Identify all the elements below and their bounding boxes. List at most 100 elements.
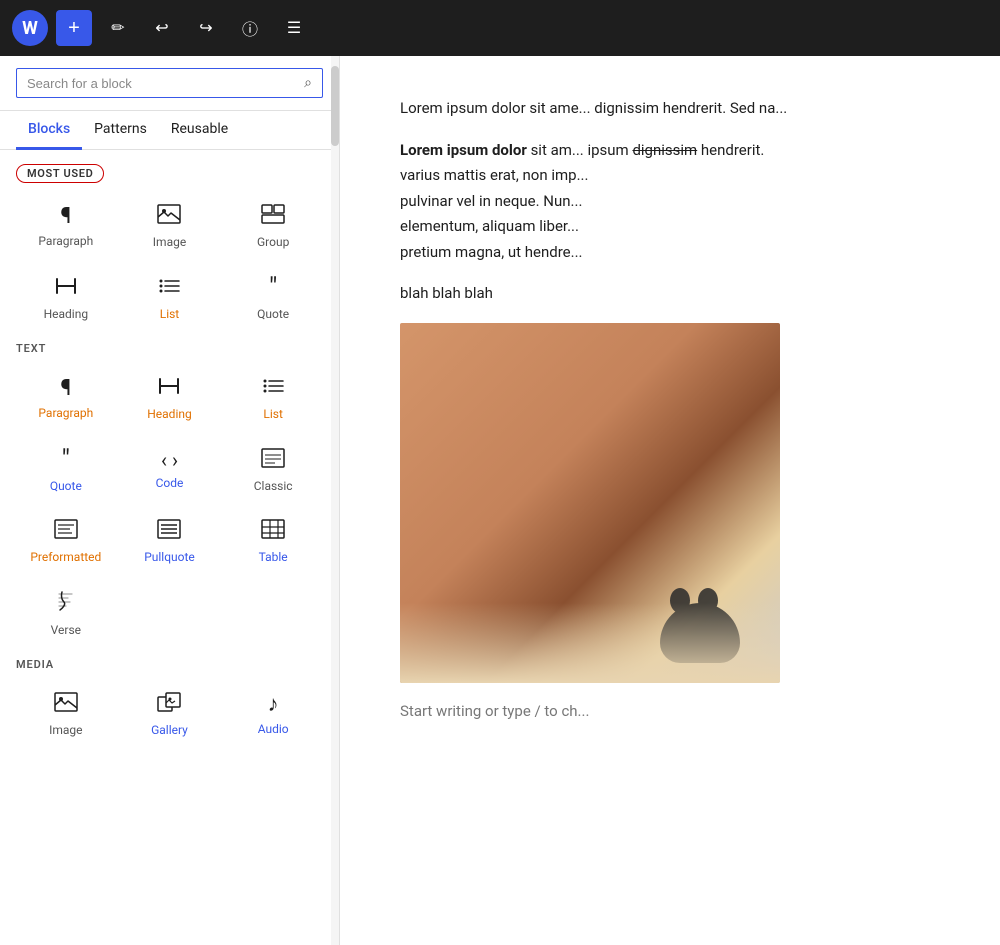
block-gallery-1[interactable]: Gallery xyxy=(120,679,220,746)
block-label: Preformatted xyxy=(30,550,101,564)
start-writing-prompt[interactable]: Start writing or type / to ch... xyxy=(400,699,940,725)
info-button[interactable]: ⓘ xyxy=(232,10,268,46)
blocks-list: MOST USED ¶ Paragraph Image xyxy=(0,150,339,945)
block-label: Quote xyxy=(50,479,82,493)
tab-patterns[interactable]: Patterns xyxy=(82,111,159,150)
strikethrough-text: dignissim xyxy=(632,141,697,159)
lorem-paragraph-2: Lorem ipsum dolor sit am... ipsum dignis… xyxy=(400,138,940,266)
pencil-icon: ✏ xyxy=(111,18,124,38)
quote-icon: " xyxy=(62,447,70,473)
media-section: MEDIA Image Gallery xyxy=(16,658,323,746)
editor-preview: Lorem ipsum dolor sit ame... dignissim h… xyxy=(340,56,1000,945)
tab-blocks[interactable]: Blocks xyxy=(16,111,82,150)
text-grid: ¶ Paragraph Heading List xyxy=(16,363,323,646)
most-used-label: MOST USED xyxy=(16,164,104,183)
media-section-label: MEDIA xyxy=(16,658,323,671)
text-section-label: TEXT xyxy=(16,342,323,355)
lorem-paragraph-1: Lorem ipsum dolor sit ame... dignissim h… xyxy=(400,96,940,122)
block-label: Gallery xyxy=(151,723,188,737)
block-label: Table xyxy=(259,550,288,564)
cat-image xyxy=(400,323,780,683)
image-icon xyxy=(157,204,181,229)
redo-button[interactable]: ↪ xyxy=(188,10,224,46)
block-list-2[interactable]: List xyxy=(223,363,323,430)
block-code-1[interactable]: ‹ › Code xyxy=(120,434,220,502)
block-label: Image xyxy=(49,723,82,737)
block-list-1[interactable]: List xyxy=(120,262,220,330)
block-label: Paragraph xyxy=(38,406,93,420)
block-label: Paragraph xyxy=(38,234,93,248)
block-label: List xyxy=(263,407,283,421)
block-label: Verse xyxy=(51,623,81,637)
search-area: ⌕ xyxy=(0,56,339,111)
block-label: Code xyxy=(156,476,184,490)
redo-icon: ↪ xyxy=(199,18,212,38)
heading-icon xyxy=(55,276,77,301)
block-preformatted-1[interactable]: Preformatted xyxy=(16,506,116,573)
menu-icon: ☰ xyxy=(287,18,301,38)
block-classic-1[interactable]: Classic xyxy=(223,434,323,502)
list-icon xyxy=(262,376,284,401)
toolbar: W + ✏ ↩ ↪ ⓘ ☰ xyxy=(0,0,1000,56)
scrollbar-track[interactable] xyxy=(331,56,339,945)
search-input[interactable] xyxy=(27,76,304,91)
info-icon: ⓘ xyxy=(242,16,258,40)
most-used-grid: ¶ Paragraph Image Group xyxy=(16,191,323,330)
paragraph-icon: ¶ xyxy=(60,378,71,400)
block-label: List xyxy=(160,307,180,321)
edit-button[interactable]: ✏ xyxy=(100,10,136,46)
tabs-container: Blocks Patterns Reusable xyxy=(0,111,339,150)
block-label: Heading xyxy=(44,307,89,321)
bold-text: Lorem ipsum dolor xyxy=(400,141,527,159)
block-quote-1[interactable]: " Quote xyxy=(223,262,323,330)
undo-button[interactable]: ↩ xyxy=(144,10,180,46)
block-audio-1[interactable]: ♪ Audio xyxy=(223,679,323,746)
sidebar: ⌕ Blocks Patterns Reusable MOST USED ¶ P… xyxy=(0,56,340,945)
block-label: Pullquote xyxy=(144,550,195,564)
undo-icon: ↩ xyxy=(155,18,168,38)
block-group-1[interactable]: Group xyxy=(223,191,323,258)
block-heading-1[interactable]: Heading xyxy=(16,262,116,330)
group-icon xyxy=(261,204,285,229)
block-label: Quote xyxy=(257,307,289,321)
code-icon: ‹ › xyxy=(161,450,178,470)
verse-icon xyxy=(56,590,76,617)
cat-paw xyxy=(660,603,740,663)
menu-button[interactable]: ☰ xyxy=(276,10,312,46)
pullquote-icon xyxy=(157,519,181,544)
block-table-1[interactable]: Table xyxy=(223,506,323,573)
tab-reusable[interactable]: Reusable xyxy=(159,111,240,150)
audio-icon: ♪ xyxy=(268,694,279,716)
block-label: Audio xyxy=(258,722,289,736)
content-area: Most Used Blocks Blocks Lorem ipsum dolo… xyxy=(340,56,1000,945)
block-heading-2[interactable]: Heading xyxy=(120,363,220,430)
wp-logo-button[interactable]: W xyxy=(12,10,48,46)
block-paragraph-1[interactable]: ¶ Paragraph xyxy=(16,191,116,258)
block-label: Classic xyxy=(254,479,293,493)
quote-icon: " xyxy=(269,275,277,301)
search-box: ⌕ xyxy=(16,68,323,98)
block-quote-2[interactable]: " Quote xyxy=(16,434,116,502)
block-image-2[interactable]: Image xyxy=(16,679,116,746)
main-layout: ⌕ Blocks Patterns Reusable MOST USED ¶ P… xyxy=(0,56,1000,945)
block-label: Image xyxy=(153,235,186,249)
classic-icon xyxy=(261,448,285,473)
preformatted-icon xyxy=(54,519,78,544)
block-label: Heading xyxy=(147,407,192,421)
add-block-button[interactable]: + xyxy=(56,10,92,46)
media-grid: Image Gallery ♪ Audio xyxy=(16,679,323,746)
heading-icon xyxy=(158,376,180,401)
most-used-section: MOST USED ¶ Paragraph Image xyxy=(16,162,323,330)
block-verse-1[interactable]: Verse xyxy=(16,577,116,646)
scrollbar-thumb[interactable] xyxy=(331,66,339,146)
block-image-1[interactable]: Image xyxy=(120,191,220,258)
image-icon xyxy=(54,692,78,717)
search-icon: ⌕ xyxy=(304,75,312,91)
editor-content: Lorem ipsum dolor sit ame... dignissim h… xyxy=(380,56,960,780)
text-section: TEXT ¶ Paragraph Heading xyxy=(16,342,323,646)
list-icon xyxy=(158,276,180,301)
table-icon xyxy=(261,519,285,544)
block-paragraph-2[interactable]: ¶ Paragraph xyxy=(16,363,116,430)
paragraph-icon: ¶ xyxy=(60,206,71,228)
block-pullquote-1[interactable]: Pullquote xyxy=(120,506,220,573)
